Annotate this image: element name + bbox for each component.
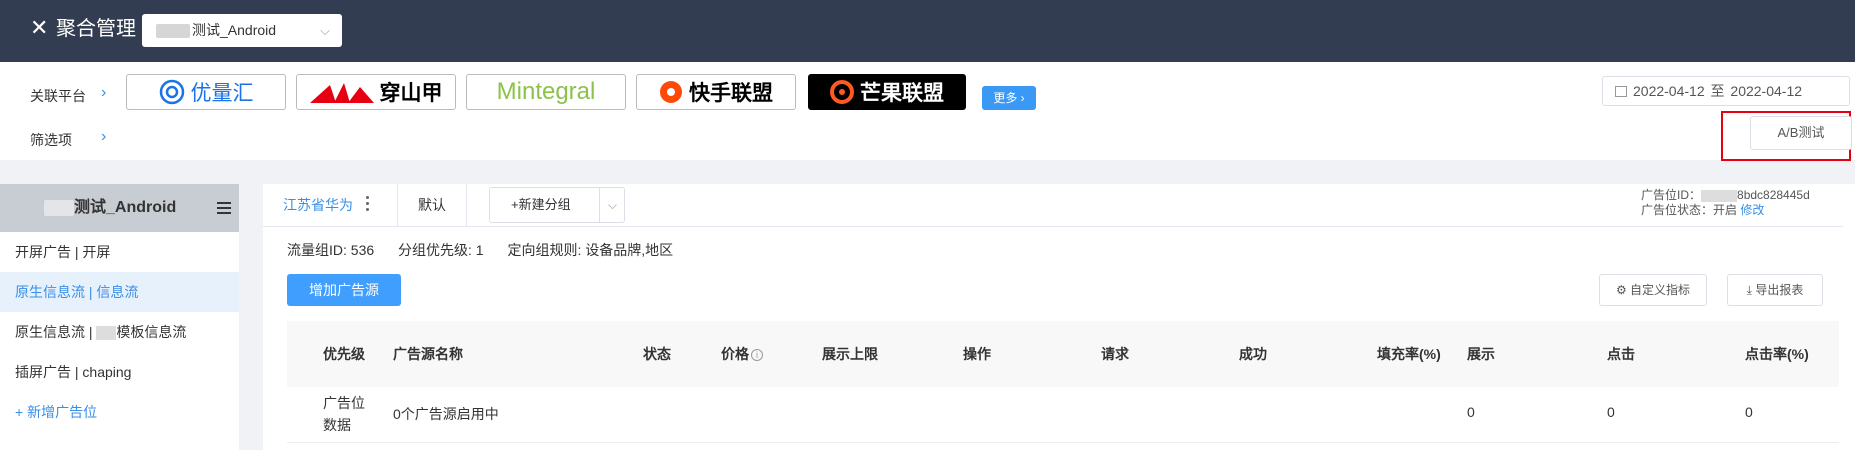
row-impressions: 0 [1467,404,1475,420]
kuaishou-icon [660,81,682,103]
new-group-label: +新建分组 [511,197,571,212]
redacted-block [96,326,117,341]
chevron-down-icon[interactable]: ⌵ [608,188,617,222]
close-icon[interactable]: ✕ [30,15,48,41]
app-select-value: 测试_Android [192,22,277,38]
sidebar-item-interstitial[interactable]: 插屏广告 | chaping [0,352,239,392]
more-button[interactable]: 更多 › [982,86,1036,110]
export-label: 导出报表 [1755,283,1804,297]
platform-section: 关联平台 › 筛选项 › 优量汇 穿山甲 Mintegral 快手联盟 芒果联盟… [0,62,1855,161]
col-priority[interactable]: 优先级 [323,321,365,387]
col-status: 状态 [643,346,671,362]
chevron-right-icon[interactable]: › [101,84,106,102]
col-clicks: 点击 [1607,346,1635,362]
col-ctr: 点击率(%) [1745,346,1809,362]
redacted-block [1701,189,1738,202]
chevron-right-icon[interactable]: › [101,128,106,146]
more-vert-icon[interactable] [366,196,370,214]
gear-icon: ⚙ [1615,283,1627,297]
table-row: 广告位 数据 0个广告源启用中 0 0 0 [287,387,1839,443]
redacted-block [44,199,74,216]
sidebar-app-name: 测试_Android [74,199,177,216]
col-actions: 操作 [963,346,991,362]
ad-slot-info: 广告位ID： 8bdc828445d 广告位状态：开启 修改 [1641,188,1810,218]
export-report-button[interactable]: ⤓ 导出报表 [1727,274,1823,306]
group-tabs: 江苏省华为 默认 +新建分组 ⌵ 广告位ID： 8bdc828445d 广告位状态… [263,184,1843,227]
chuanshanjia-icon [309,83,374,103]
ad-status-label: 广告位状态： [1641,203,1714,217]
edit-status-link[interactable]: 修改 [1740,203,1764,217]
ab-test-button[interactable]: A/B测试 [1750,116,1852,150]
sidebar: 测试_Android 开屏广告 | 开屏 原生信息流 | 信息流 原生信息流 |… [0,184,239,450]
group-priority: 分组优先级: 1 [398,242,484,258]
calendar-icon [1615,86,1627,97]
sidebar-item-native-feed[interactable]: 原生信息流 | 信息流 [0,272,239,312]
filter-label: 筛选项 [30,132,72,148]
row-source-name: 0个广告源启用中 [393,406,499,422]
mangguo-icon [830,80,854,104]
row-ctr: 0 [1745,404,1753,420]
row-clicks: 0 [1607,404,1615,420]
ad-id-label: 广告位ID： [1641,188,1702,202]
date-end: 2022-04-12 [1730,83,1803,99]
logo-text: 芒果联盟 [860,82,944,105]
col-impressions: 展示 [1467,346,1495,362]
targeting-rules: 定向组规则: 设备品牌,地区 [507,242,674,258]
tab-default[interactable]: 默认 [397,184,467,227]
custom-metrics-button[interactable]: ⚙ 自定义指标 [1599,274,1707,306]
logo-kuaishou[interactable]: 快手联盟 [636,74,796,110]
ad-id-value: 8bdc828445d [1737,188,1810,202]
platform-label: 关联平台 [30,88,86,104]
sidebar-item-native-template[interactable]: 原生信息流 | 模板信息流 [0,312,239,352]
add-ad-source-button[interactable]: 增加广告源 [287,274,401,306]
logo-text: Mintegral [496,78,596,105]
new-group-button[interactable]: +新建分组 ⌵ [489,187,625,223]
custom-metrics-label: 自定义指标 [1630,283,1691,297]
chevron-down-icon: ⌵ [320,23,330,38]
date-start: 2022-04-12 [1633,83,1705,99]
app-select[interactable]: 测试_Android ⌵ [142,14,342,47]
col-fill-rate: 填充率(%) [1377,346,1441,362]
date-range-picker[interactable]: 2022-04-12 至 2022-04-12 [1602,76,1850,106]
col-price: 价格 i [721,321,763,387]
logo-text: 优量汇 [190,82,254,105]
youlianghui-icon [159,79,184,105]
logo-chuanshanjia[interactable]: 穿山甲 [296,74,456,110]
table-header: 优先级 广告源名称 状态 价格 i 展示上限 操作 请求 成功 填充率(%) 展示… [287,321,1839,387]
ad-source-table: 优先级 广告源名称 状态 价格 i 展示上限 操作 请求 成功 填充率(%) 展示… [287,321,1839,443]
add-ad-slot-link[interactable]: + 新增广告位 [0,392,239,432]
col-impression-cap: 展示上限 [822,346,878,362]
info-icon[interactable]: i [751,349,763,361]
menu-icon[interactable] [217,202,231,214]
col-source-name: 广告源名称 [393,346,463,362]
logo-mangguo[interactable]: 芒果联盟 [808,74,966,110]
col-success: 成功 [1239,346,1267,362]
tab-jiangsu-huawei[interactable]: 江苏省华为 [283,184,353,227]
date-separator: 至 [1710,83,1725,99]
sidebar-item-label-suffix: 模板信息流 [116,324,187,340]
flow-group-id: 流量组ID: 536 [287,242,375,258]
sidebar-item-splash[interactable]: 开屏广告 | 开屏 [0,232,239,272]
download-icon: ⤓ [1746,283,1752,297]
logo-text: 穿山甲 [379,82,443,105]
sidebar-item-label-prefix: 原生信息流 | [15,324,97,340]
main-panel: 江苏省华为 默认 +新建分组 ⌵ 广告位ID： 8bdc828445d 广告位状态… [263,184,1855,450]
logo-text: 快手联盟 [689,82,773,105]
row-priority: 广告位 数据 [323,395,365,433]
logo-mintegral[interactable]: Mintegral [466,74,626,110]
page-title: 聚合管理 [56,18,136,40]
sidebar-header: 测试_Android [0,184,239,232]
redacted-block [156,24,190,39]
group-meta: 流量组ID: 536 分组优先级: 1 定向组规则: 设备品牌,地区 [287,240,693,260]
col-requests: 请求 [1101,346,1129,362]
top-bar: ✕ 聚合管理 测试_Android ⌵ [0,0,1855,62]
logo-youlianghui[interactable]: 优量汇 [126,74,286,110]
ad-status-value: 开启 [1713,203,1738,217]
